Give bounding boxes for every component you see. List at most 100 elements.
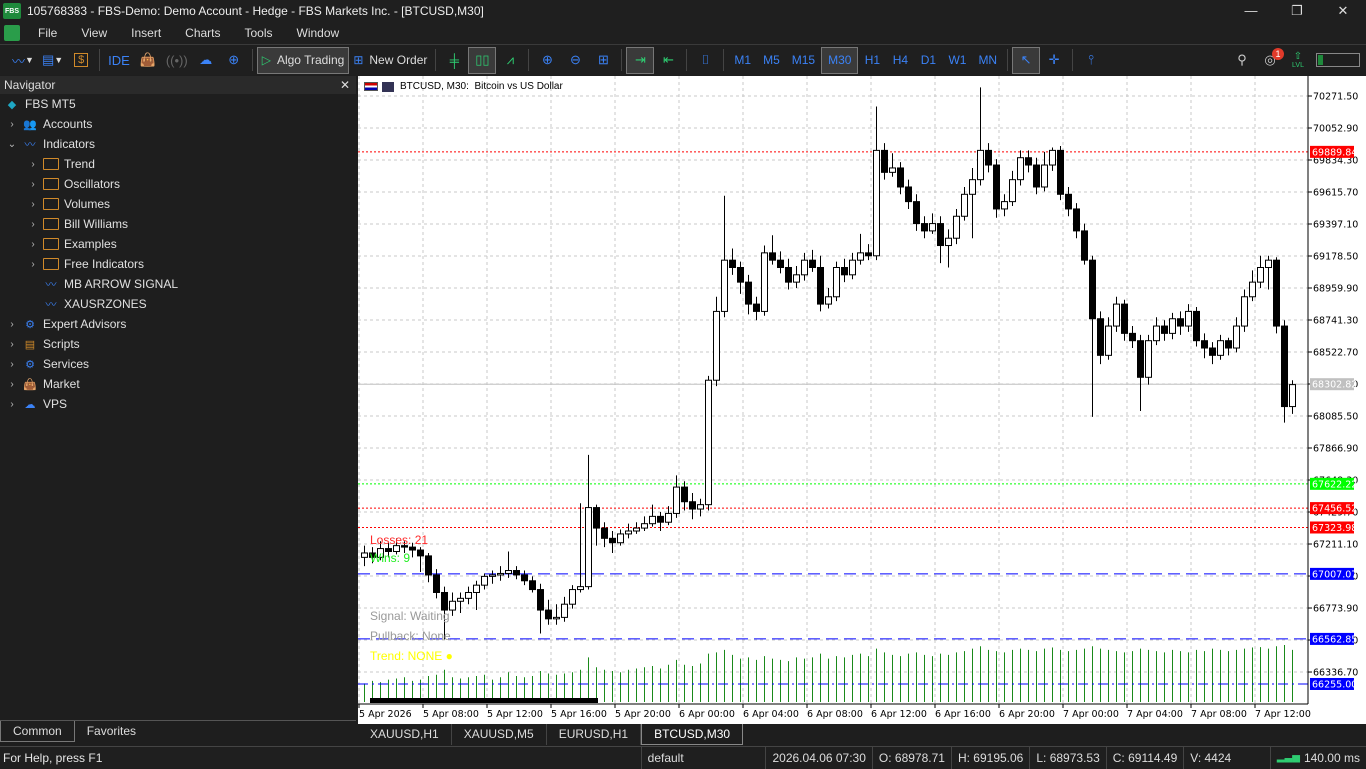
nav-item-vps[interactable]: › ☁ VPS	[0, 394, 356, 414]
expand-chevron-icon[interactable]: ›	[6, 399, 18, 410]
nav-item-indicators[interactable]: ⌄ 〰 Indicators	[0, 134, 356, 154]
candle-bull	[1257, 266, 1264, 283]
expand-chevron-icon[interactable]: ⌄	[6, 139, 18, 150]
price-chart[interactable]: 70271.5070052.9069834.3069615.7069397.10…	[358, 76, 1366, 724]
auto-scroll-button[interactable]: ⇥	[626, 46, 655, 74]
nav-item-bill-williams[interactable]: › Bill Williams	[0, 214, 356, 234]
auto-scroll-icon: ⇥	[634, 52, 646, 67]
new-order-button[interactable]: ⊞ New Order	[349, 47, 431, 74]
nav-item-free-indicators[interactable]: › Free Indicators	[0, 254, 356, 274]
chart-scrollbar[interactable]	[370, 698, 598, 703]
vps-button[interactable]: ☁	[192, 47, 220, 74]
level-button[interactable]: ⇧ LVL	[1284, 47, 1312, 74]
nav-item-label: VPS	[43, 397, 68, 411]
candle-bull	[721, 259, 728, 312]
symbol-tab-active[interactable]: BTCUSD,M30	[641, 724, 744, 745]
ide-button[interactable]: IDE	[104, 47, 134, 74]
folder-icon	[43, 218, 59, 230]
nav-item-scripts[interactable]: › ▤ Scripts	[0, 334, 356, 354]
zoom-in-button[interactable]: ⊕	[533, 47, 561, 74]
app-icon[interactable]	[4, 25, 20, 41]
expand-chevron-icon[interactable]: ›	[6, 359, 18, 370]
vertical-line-button[interactable]: ⫯	[1077, 47, 1105, 74]
timeframe-d1[interactable]: D1	[914, 47, 942, 74]
candlestick-button[interactable]: ▯▯	[468, 46, 497, 74]
bar-chart-button[interactable]: ╪	[440, 47, 468, 74]
nav-root[interactable]: ◆ FBS MT5	[0, 94, 356, 114]
chart-shift-button[interactable]: ⇤	[654, 47, 682, 74]
symbol-tab[interactable]: XAUUSD,H1	[358, 724, 452, 745]
restore-button[interactable]: ❐	[1274, 3, 1320, 19]
signals-button[interactable]: ((•))	[162, 47, 192, 74]
minimize-button[interactable]: —	[1228, 3, 1274, 19]
menu-window[interactable]: Window	[285, 26, 352, 40]
candle-bull	[1145, 340, 1152, 378]
timeframe-mn[interactable]: MN	[972, 47, 1003, 74]
expand-chevron-icon[interactable]: ›	[27, 219, 39, 230]
menu-view[interactable]: View	[69, 26, 119, 40]
market-button[interactable]: 👜	[134, 47, 162, 74]
line-icon: ⩘	[506, 52, 515, 67]
expand-chevron-icon[interactable]: ›	[27, 259, 39, 270]
nav-item-expert-advisors[interactable]: › ⚙ Expert Advisors	[0, 314, 356, 334]
expand-chevron-icon[interactable]: ›	[27, 199, 39, 210]
nav-item-examples[interactable]: › Examples	[0, 234, 356, 254]
timeframe-m5[interactable]: M5	[757, 47, 786, 74]
candle-bull	[553, 616, 560, 620]
nav-item-mb-arrow-signal[interactable]: 〰 MB ARROW SIGNAL	[0, 274, 356, 294]
menu-tools[interactable]: Tools	[233, 26, 285, 40]
crosshair-button[interactable]: ✛	[1040, 47, 1068, 74]
menu-charts[interactable]: Charts	[173, 26, 232, 40]
expand-chevron-icon[interactable]: ›	[6, 339, 18, 350]
screenshot-button[interactable]: ⌷	[691, 47, 719, 74]
close-button[interactable]: ✕	[1320, 3, 1366, 19]
expand-chevron-icon[interactable]: ›	[6, 119, 18, 130]
line-chart-button[interactable]: ⩘	[496, 47, 524, 74]
expand-chevron-icon[interactable]: ›	[27, 179, 39, 190]
nav-item-services[interactable]: › ⚙ Services	[0, 354, 356, 374]
candle-bull	[961, 193, 968, 217]
expand-chevron-icon[interactable]: ›	[27, 239, 39, 250]
cursor-button[interactable]: ↖	[1012, 46, 1041, 74]
search-button[interactable]: ⚲	[1228, 47, 1256, 74]
navigator-close-button[interactable]: ✕	[340, 78, 350, 92]
expand-chevron-icon[interactable]: ›	[27, 159, 39, 170]
nav-item-accounts[interactable]: › 👥 Accounts	[0, 114, 356, 134]
deposit-button[interactable]: $	[67, 47, 95, 74]
nav-item-label: Bill Williams	[64, 217, 128, 231]
tab-common[interactable]: Common	[0, 721, 75, 742]
tab-favorites[interactable]: Favorites	[75, 721, 148, 742]
nav-item-market[interactable]: › 👜 Market	[0, 374, 356, 394]
nav-item-trend[interactable]: › Trend	[0, 154, 356, 174]
expand-chevron-icon[interactable]: ›	[6, 379, 18, 390]
symbol-tab[interactable]: EURUSD,H1	[547, 724, 642, 745]
nav-item-xausrzones[interactable]: 〰 XAUSRZONES	[0, 294, 356, 314]
menu-file[interactable]: File	[26, 26, 69, 40]
add-connection-button[interactable]: ⊕	[220, 47, 248, 74]
zoom-out-button[interactable]: ⊖	[561, 47, 589, 74]
tile-windows-button[interactable]: ⊞	[589, 47, 617, 74]
nav-item-volumes[interactable]: › Volumes	[0, 194, 356, 214]
chart-type-dropdown[interactable]: 〰 ▼	[8, 47, 38, 74]
timeframe-m1[interactable]: M1	[728, 47, 757, 74]
nav-item-label: Free Indicators	[64, 257, 145, 271]
menu-insert[interactable]: Insert	[119, 26, 173, 40]
symbol-tab[interactable]: XAUUSD,M5	[452, 724, 547, 745]
timeframe-m30[interactable]: M30	[821, 46, 859, 74]
price-tick-label: 68522.70	[1313, 348, 1358, 359]
notifications-button[interactable]: ◎ 1	[1256, 47, 1284, 74]
indicators-dropdown[interactable]: ▤ ▼	[38, 47, 67, 74]
timeframe-w1[interactable]: W1	[942, 47, 972, 74]
candle-bear	[521, 574, 528, 582]
algo-trading-button[interactable]: ▷ Algo Trading	[256, 46, 350, 74]
timeframe-m15[interactable]: M15	[786, 47, 821, 74]
candle-bull	[505, 570, 512, 574]
timeframe-h1[interactable]: H1	[858, 47, 886, 74]
profile-name[interactable]: default	[640, 746, 766, 769]
nav-item-oscillators[interactable]: › Oscillators	[0, 174, 356, 194]
expand-chevron-icon[interactable]: ›	[6, 319, 18, 330]
connection-status[interactable]: ▂▃▅ 140.00 ms	[1269, 746, 1366, 769]
chart-window[interactable]: 70271.50 70052.90 69834.30 69615.70 69397.10…	[358, 76, 1366, 724]
timeframe-h4[interactable]: H4	[886, 47, 914, 74]
candle-bull	[945, 237, 952, 247]
